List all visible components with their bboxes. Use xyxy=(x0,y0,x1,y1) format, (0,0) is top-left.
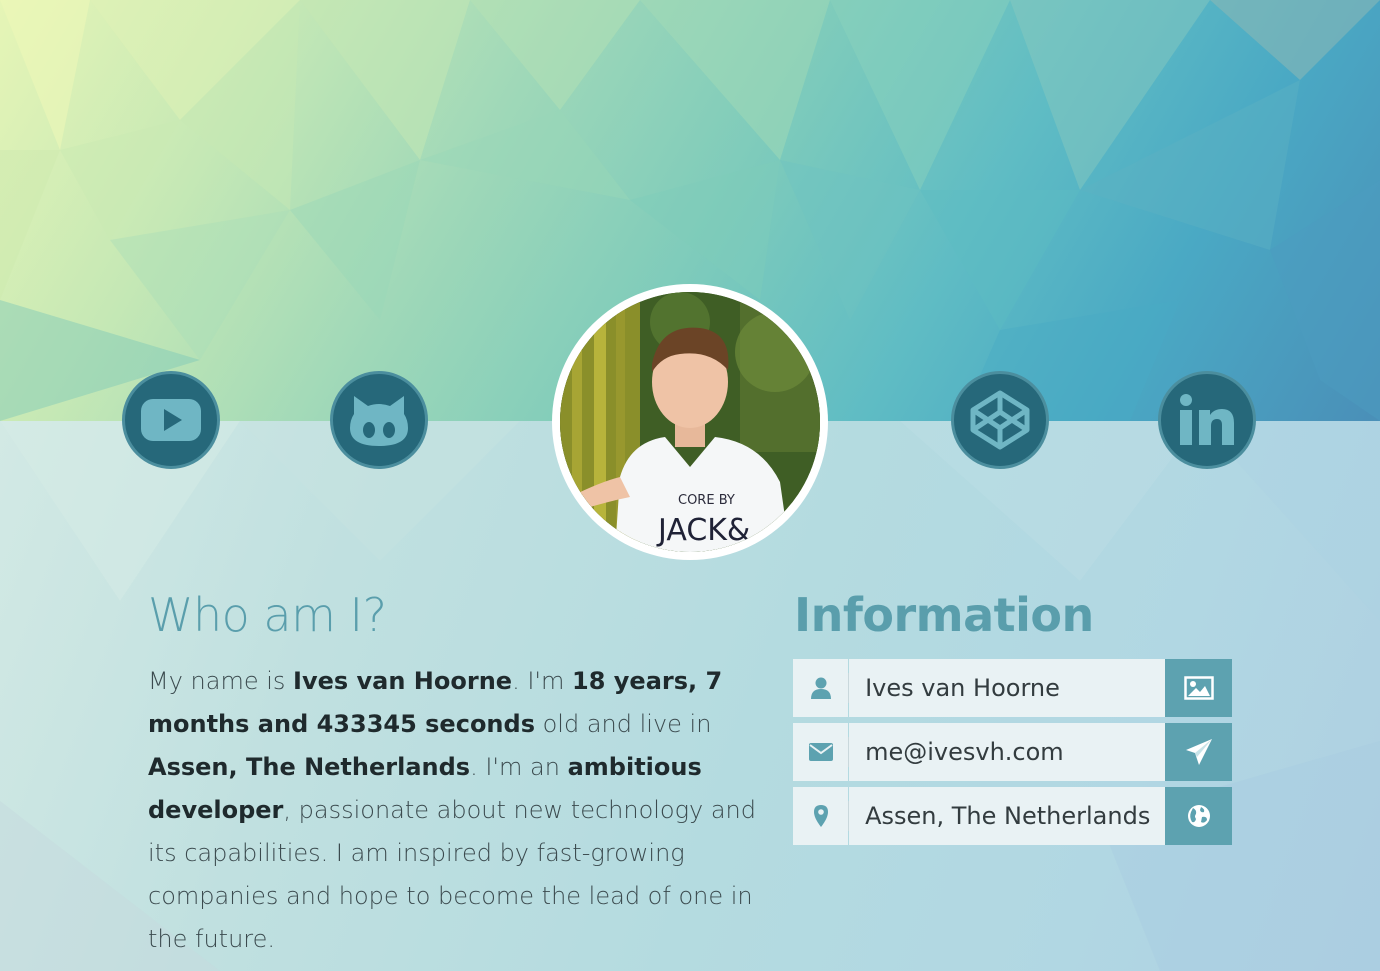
send-button[interactable] xyxy=(1165,723,1232,781)
codepen-link[interactable] xyxy=(951,371,1049,469)
profile-photo: CORE BY JACK& xyxy=(560,292,820,552)
about-text-3: old and live in xyxy=(534,710,712,738)
map-marker-icon xyxy=(793,787,849,845)
codepen-icon xyxy=(970,390,1030,450)
info-row-location xyxy=(793,787,1232,845)
image-icon xyxy=(1183,676,1214,700)
info-title: Information xyxy=(794,588,1094,642)
about-name: Ives van Hoorne xyxy=(293,667,513,695)
image-button[interactable] xyxy=(1165,659,1232,717)
shirt-text-1: CORE BY xyxy=(678,493,735,508)
about-text-4: . I'm an xyxy=(470,753,568,781)
about-paragraph: My name is Ives van Hoorne. I'm 18 years… xyxy=(148,660,763,961)
linkedin-link[interactable] xyxy=(1158,371,1256,469)
about-title: Who am I? xyxy=(148,588,387,642)
youtube-icon xyxy=(141,399,201,441)
envelope-icon xyxy=(793,723,849,781)
info-row-name xyxy=(793,659,1232,717)
email-field[interactable] xyxy=(849,723,1166,781)
globe-button[interactable] xyxy=(1165,787,1232,845)
linkedin-icon xyxy=(1180,394,1234,445)
send-icon xyxy=(1185,739,1212,765)
location-field[interactable] xyxy=(849,787,1166,845)
about-location: Assen, The Netherlands xyxy=(148,753,471,781)
name-field[interactable] xyxy=(849,659,1166,717)
globe-icon xyxy=(1187,805,1210,827)
youtube-link[interactable] xyxy=(122,371,220,469)
github-link[interactable] xyxy=(330,371,428,469)
shirt-text-2: JACK& xyxy=(656,513,750,548)
profile-avatar: CORE BY JACK& xyxy=(552,284,828,560)
github-icon xyxy=(350,396,408,446)
info-row-email xyxy=(793,723,1232,781)
about-text-2: . I'm xyxy=(512,667,573,695)
user-icon xyxy=(793,659,849,717)
about-text-1: My name is xyxy=(148,667,294,695)
